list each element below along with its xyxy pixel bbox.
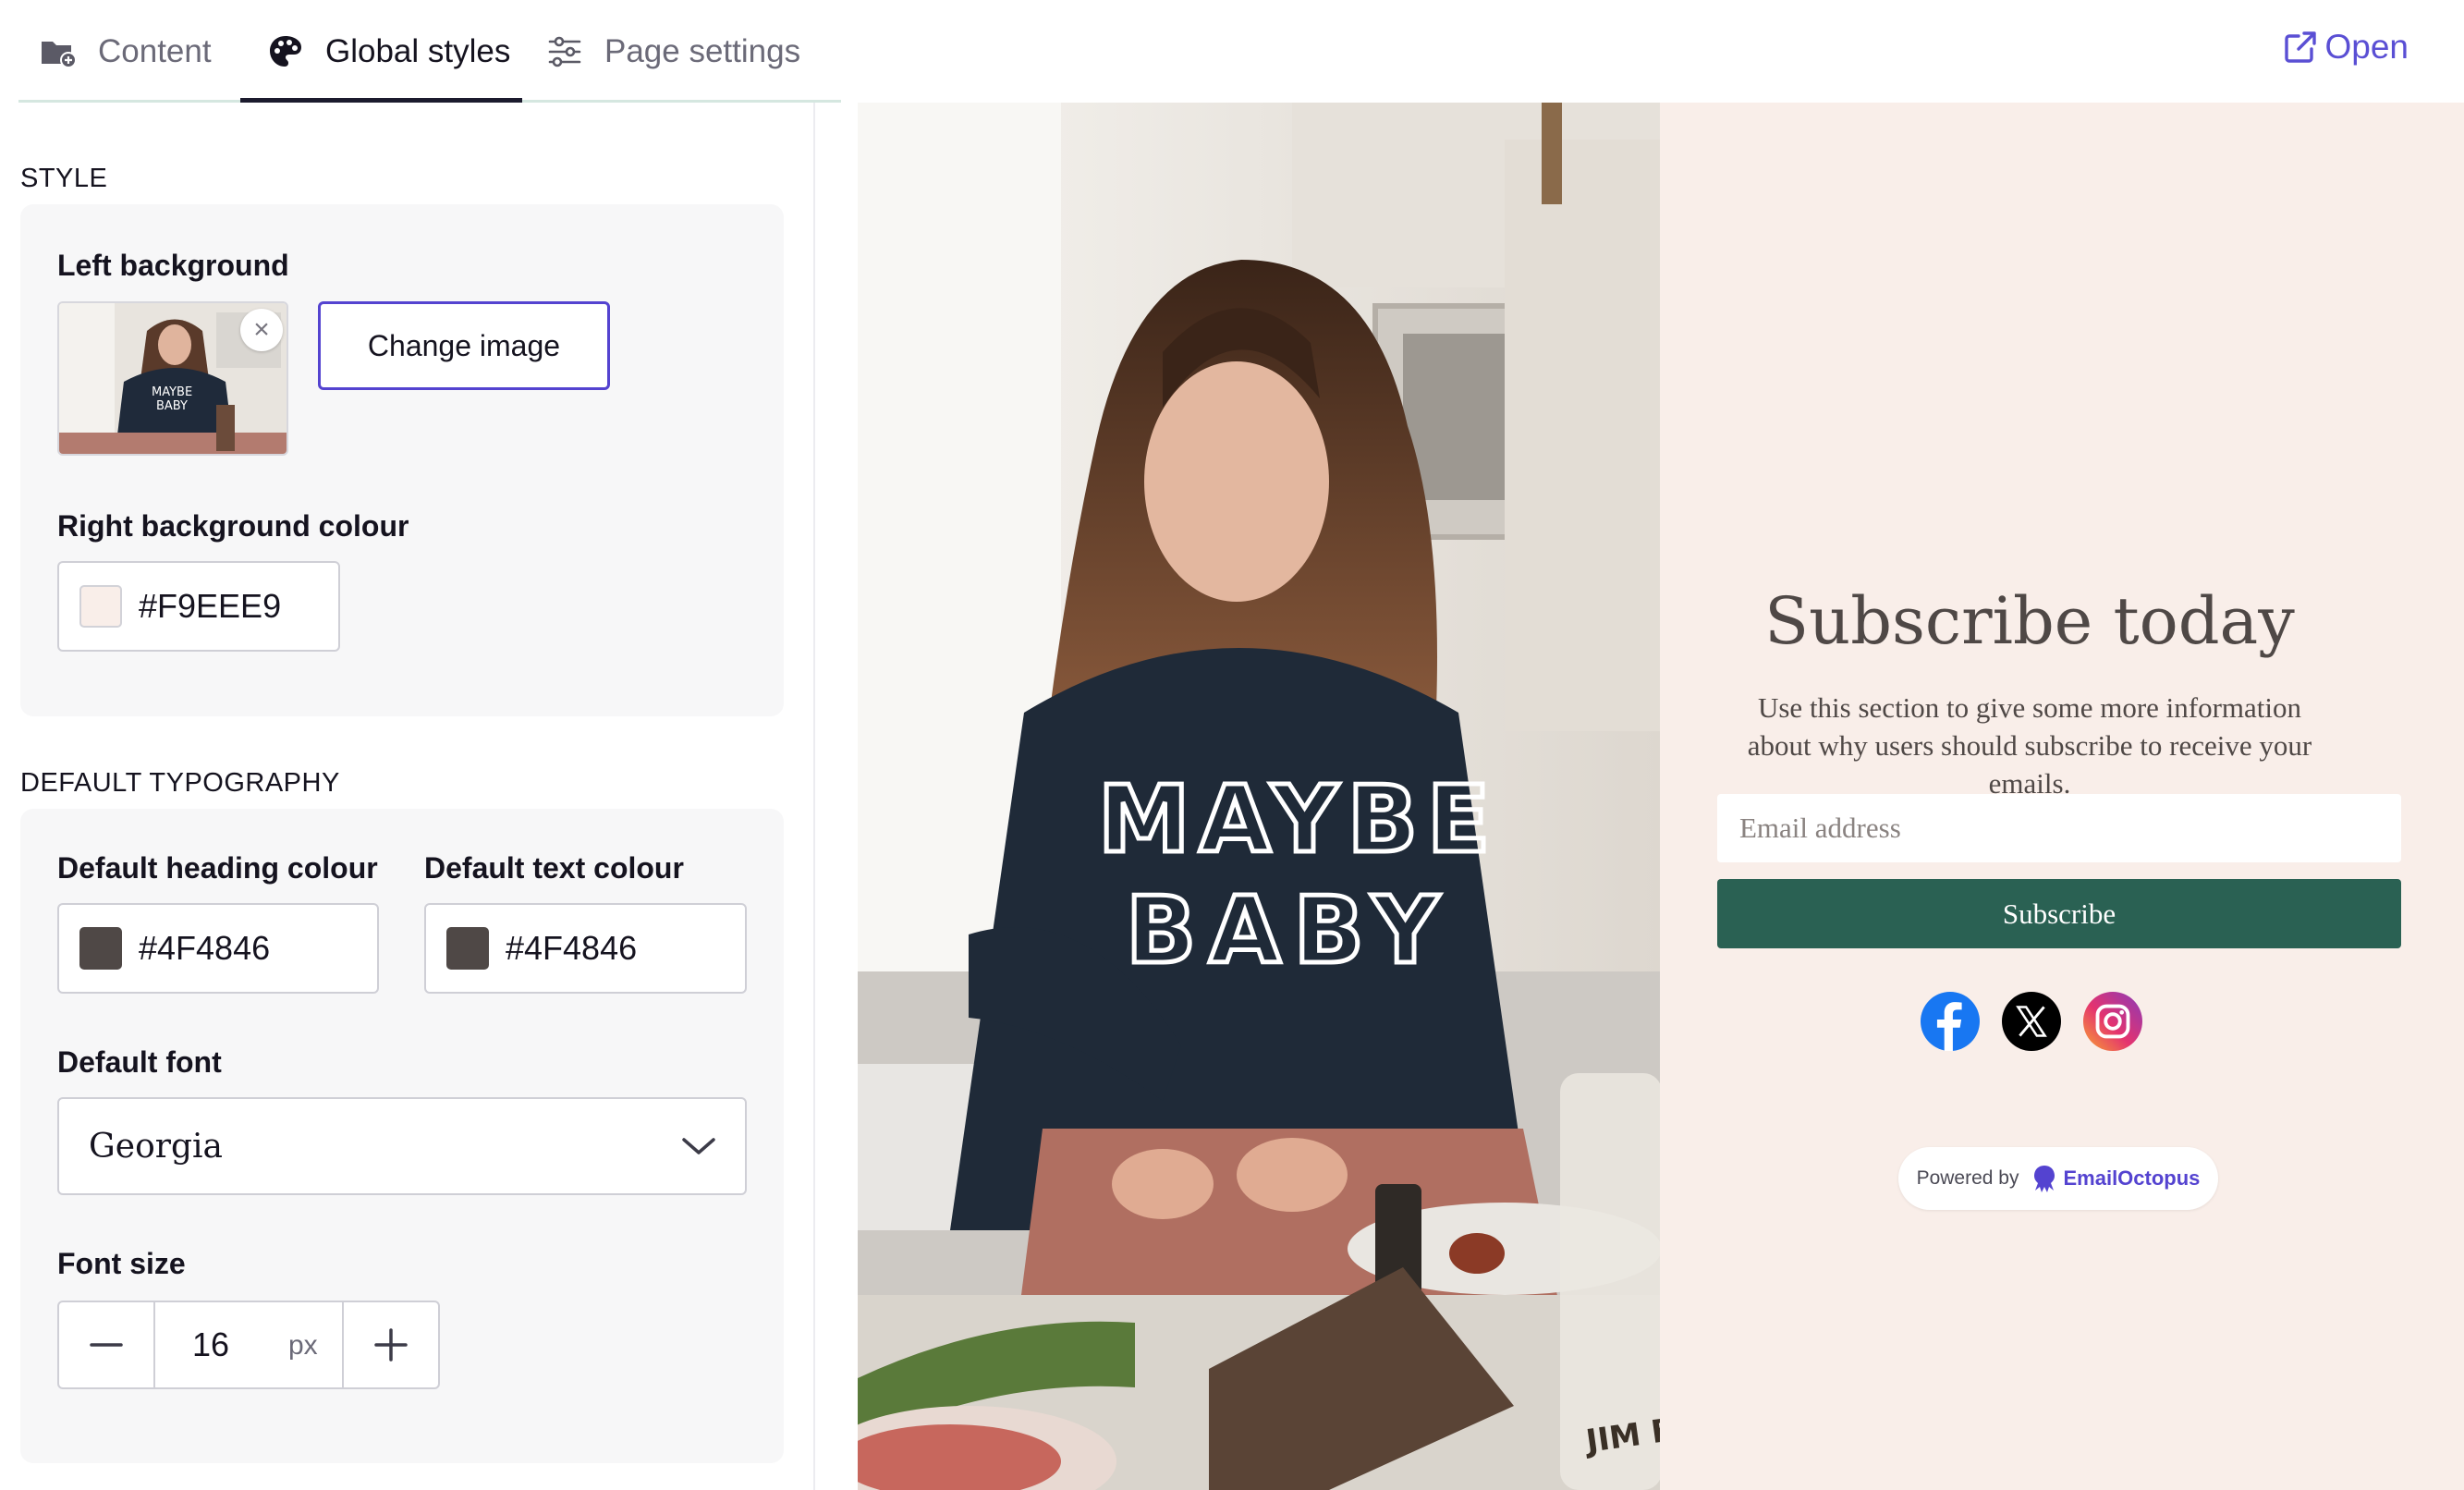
powered-by-badge[interactable]: Powered by EmailOctopus	[1898, 1147, 2218, 1210]
social-links	[1660, 992, 2464, 1051]
default-font-value: Georgia	[89, 1127, 223, 1166]
subscribe-heading: Subscribe today	[1764, 583, 2295, 659]
shirt-text-line1: MAYBE	[1098, 765, 1499, 873]
style-card: Left background MAYBE BABY × Change imag…	[20, 204, 784, 716]
x-icon[interactable]	[2002, 992, 2061, 1051]
text-colour-field[interactable]: #4F4846	[424, 903, 747, 994]
left-background-thumbnail: MAYBE BABY ×	[57, 301, 288, 456]
default-font-select[interactable]: Georgia	[57, 1097, 747, 1195]
chevron-down-icon	[682, 1138, 715, 1154]
octopus-logo-icon	[2034, 1166, 2055, 1192]
left-background-label: Left background	[57, 249, 289, 282]
heading-colour-value: #4F4846	[139, 929, 271, 967]
font-size-label: Font size	[57, 1247, 186, 1280]
right-background-label: Right background colour	[57, 509, 409, 543]
close-icon: ×	[253, 314, 270, 345]
top-tab-bar: Content Global styles Page settings Open	[0, 0, 2464, 103]
remove-image-button[interactable]: ×	[240, 309, 283, 351]
tab-content[interactable]: Content	[39, 0, 212, 103]
heading-colour-swatch[interactable]	[79, 927, 122, 970]
emailoctopus-brand: EmailOctopus	[2063, 1166, 2201, 1190]
increase-font-size-button[interactable]	[342, 1302, 438, 1387]
subscribe-description: Use this section to give some more infor…	[1747, 691, 2312, 800]
right-background-colour-field[interactable]: #F9EEE9	[57, 561, 340, 652]
tab-page-settings[interactable]: Page settings	[545, 0, 800, 103]
right-background-swatch[interactable]	[79, 585, 122, 628]
subscribe-button[interactable]: Subscribe	[1717, 879, 2401, 948]
default-font-label: Default font	[57, 1045, 222, 1079]
plus-icon	[374, 1328, 408, 1362]
instagram-icon[interactable]	[2083, 992, 2142, 1051]
font-size-stepper: 16 px	[57, 1301, 440, 1389]
heading-colour-label: Default heading colour	[57, 851, 378, 885]
font-size-input[interactable]: 16	[155, 1302, 266, 1387]
heading-colour-field[interactable]: #4F4846	[57, 903, 379, 994]
sliders-icon	[545, 32, 584, 71]
minus-icon	[90, 1343, 123, 1347]
open-preview-link[interactable]: Open	[2282, 28, 2409, 67]
typography-section-title: DEFAULT TYPOGRAPHY	[20, 768, 340, 798]
tab-page-settings-label: Page settings	[604, 32, 801, 69]
folder-plus-icon	[39, 32, 78, 71]
svg-text:BABY: BABY	[156, 399, 188, 413]
tab-global-styles-label: Global styles	[325, 32, 511, 69]
shirt-text-line2: BABY	[1126, 876, 1452, 984]
decrease-font-size-button[interactable]	[59, 1302, 155, 1387]
tab-content-label: Content	[98, 32, 212, 69]
tab-global-styles[interactable]: Global styles	[266, 0, 510, 103]
right-background-value: #F9EEE9	[139, 587, 282, 625]
email-input[interactable]	[1717, 794, 2401, 862]
left-background-image: MAYBE BABY JIM BEAM	[858, 103, 1660, 1490]
svg-text:MAYBE: MAYBE	[152, 385, 192, 399]
external-link-icon	[2285, 31, 2317, 63]
subscribe-panel: Subscribe today Use this section to give…	[1660, 103, 2464, 1490]
styles-sidebar: STYLE Left background MAYBE BABY × Chang…	[0, 103, 815, 1490]
editor-tabs: Content Global styles Page settings	[18, 0, 841, 103]
typography-card: Default heading colour #4F4846 Default t…	[20, 809, 784, 1463]
page-preview: MAYBE BABY JIM BEAM Subscribe today Use …	[858, 103, 2464, 1490]
style-section-title: STYLE	[20, 164, 108, 193]
powered-by-label: Powered by	[1916, 1167, 2019, 1189]
palette-icon	[266, 32, 305, 71]
font-size-unit: px	[288, 1330, 318, 1361]
text-colour-swatch[interactable]	[446, 927, 489, 970]
facebook-icon[interactable]	[1921, 992, 1980, 1051]
open-link-label: Open	[2324, 28, 2409, 66]
text-colour-value: #4F4846	[506, 929, 638, 967]
text-colour-label: Default text colour	[424, 851, 684, 885]
change-image-button[interactable]: Change image	[318, 301, 610, 390]
